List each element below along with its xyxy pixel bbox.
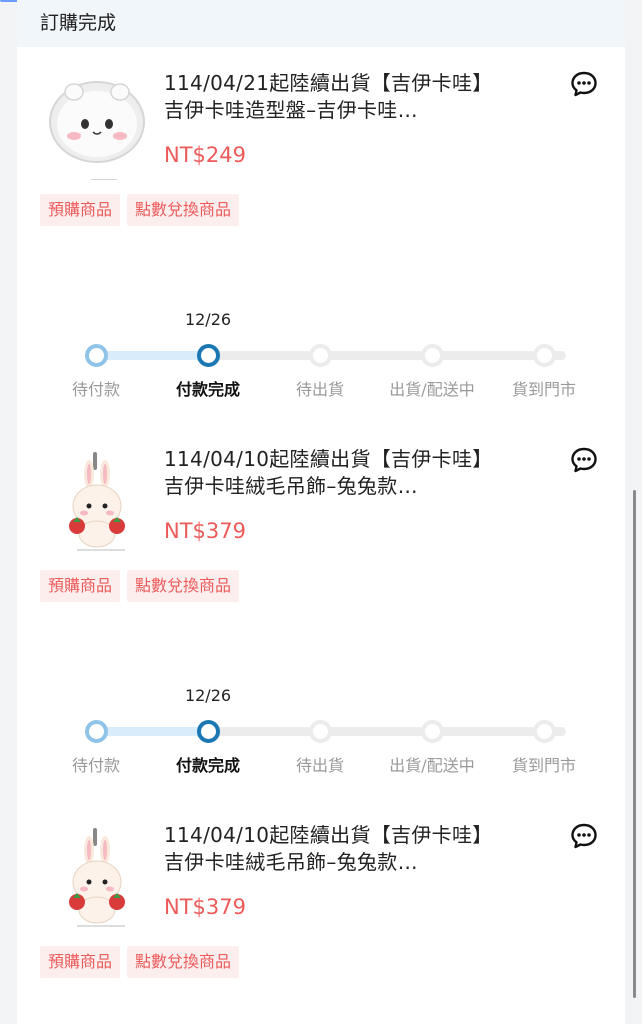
progress-label-step-3: 待出貨 bbox=[295, 380, 344, 399]
scrollbar[interactable] bbox=[633, 490, 636, 998]
order-card: 訂購完成 114/04/21起陸續出貨【吉伊卡哇】吉伊卡哇造型盤–吉伊卡哇… N… bbox=[17, 0, 625, 1024]
product-tags: 預購商品 點數兌換商品 bbox=[40, 194, 240, 226]
product-title[interactable]: 114/04/21起陸續出貨【吉伊卡哇】吉伊卡哇造型盤–吉伊卡哇… bbox=[164, 70, 509, 124]
product-image-usagi-charm[interactable] bbox=[47, 446, 147, 556]
progress-node-step-1 bbox=[84, 720, 108, 743]
chat-bubble-icon[interactable] bbox=[570, 446, 598, 474]
product-price: NT$249 bbox=[164, 143, 246, 167]
progress-date: 12/26 bbox=[184, 310, 232, 329]
order-item[interactable]: 114/04/10起陸續出貨【吉伊卡哇】吉伊卡哇絨毛吊飾–兔兔款… NT$379… bbox=[17, 446, 625, 602]
progress-date: 12/26 bbox=[184, 686, 232, 705]
tag-points-redeem: 點數兌換商品 bbox=[127, 194, 240, 226]
product-image-usagi-charm[interactable] bbox=[47, 822, 147, 932]
order-item[interactable]: 114/04/10起陸續出貨【吉伊卡哇】吉伊卡哇絨毛吊飾–兔兔款… NT$379… bbox=[17, 822, 625, 978]
product-tags: 預購商品 點數兌換商品 bbox=[40, 570, 240, 602]
progress-node-step-2 bbox=[196, 720, 220, 743]
tag-points-redeem: 點數兌換商品 bbox=[127, 946, 240, 978]
progress-label-step-1: 待付款 bbox=[71, 756, 120, 775]
tag-preorder: 預購商品 bbox=[40, 570, 121, 602]
progress-node-step-2 bbox=[196, 344, 220, 367]
progress-label-step-2: 付款完成 bbox=[175, 380, 240, 399]
progress-node-step-3 bbox=[308, 344, 332, 367]
progress-label-step-5: 貨到門市 bbox=[511, 380, 576, 399]
progress-track-fill bbox=[96, 727, 208, 736]
product-image-plate[interactable] bbox=[47, 70, 147, 181]
progress-label-step-2: 付款完成 bbox=[175, 756, 240, 775]
progress-node-step-3 bbox=[308, 720, 332, 743]
progress-node-step-4 bbox=[420, 720, 444, 743]
product-title[interactable]: 114/04/10起陸續出貨【吉伊卡哇】吉伊卡哇絨毛吊飾–兔兔款… bbox=[164, 822, 509, 876]
progress-track-fill bbox=[96, 351, 208, 360]
progress-node-step-5 bbox=[532, 344, 556, 367]
order-status-title: 訂購完成 bbox=[40, 12, 117, 34]
product-price: NT$379 bbox=[164, 519, 246, 543]
chat-bubble-icon[interactable] bbox=[570, 70, 598, 98]
progress-label-step-3: 待出貨 bbox=[295, 756, 344, 775]
product-tags: 預購商品 點數兌換商品 bbox=[40, 946, 240, 978]
product-title[interactable]: 114/04/10起陸續出貨【吉伊卡哇】吉伊卡哇絨毛吊飾–兔兔款… bbox=[164, 446, 509, 500]
progress-node-step-1 bbox=[84, 344, 108, 367]
progress-label-step-1: 待付款 bbox=[71, 380, 120, 399]
tag-preorder: 預購商品 bbox=[40, 946, 121, 978]
order-progress: 12/26 待付款 付款完成 待出貨 出貨/配送中 貨到門市 bbox=[17, 686, 625, 776]
order-card-header: 訂購完成 bbox=[17, 0, 625, 47]
tag-preorder: 預購商品 bbox=[40, 194, 121, 226]
progress-node-step-5 bbox=[532, 720, 556, 743]
progress-label-step-4: 出貨/配送中 bbox=[389, 756, 475, 775]
order-progress: 12/26 待付款 付款完成 待出貨 出貨/配送中 貨到門市 bbox=[17, 310, 625, 400]
progress-node-step-4 bbox=[420, 344, 444, 367]
progress-label-step-4: 出貨/配送中 bbox=[389, 380, 475, 399]
progress-label-step-5: 貨到門市 bbox=[511, 756, 576, 775]
chat-bubble-icon[interactable] bbox=[570, 822, 598, 850]
product-price: NT$379 bbox=[164, 895, 246, 919]
order-item[interactable]: 114/04/21起陸續出貨【吉伊卡哇】吉伊卡哇造型盤–吉伊卡哇… NT$249… bbox=[17, 70, 625, 226]
tag-points-redeem: 點數兌換商品 bbox=[127, 570, 240, 602]
